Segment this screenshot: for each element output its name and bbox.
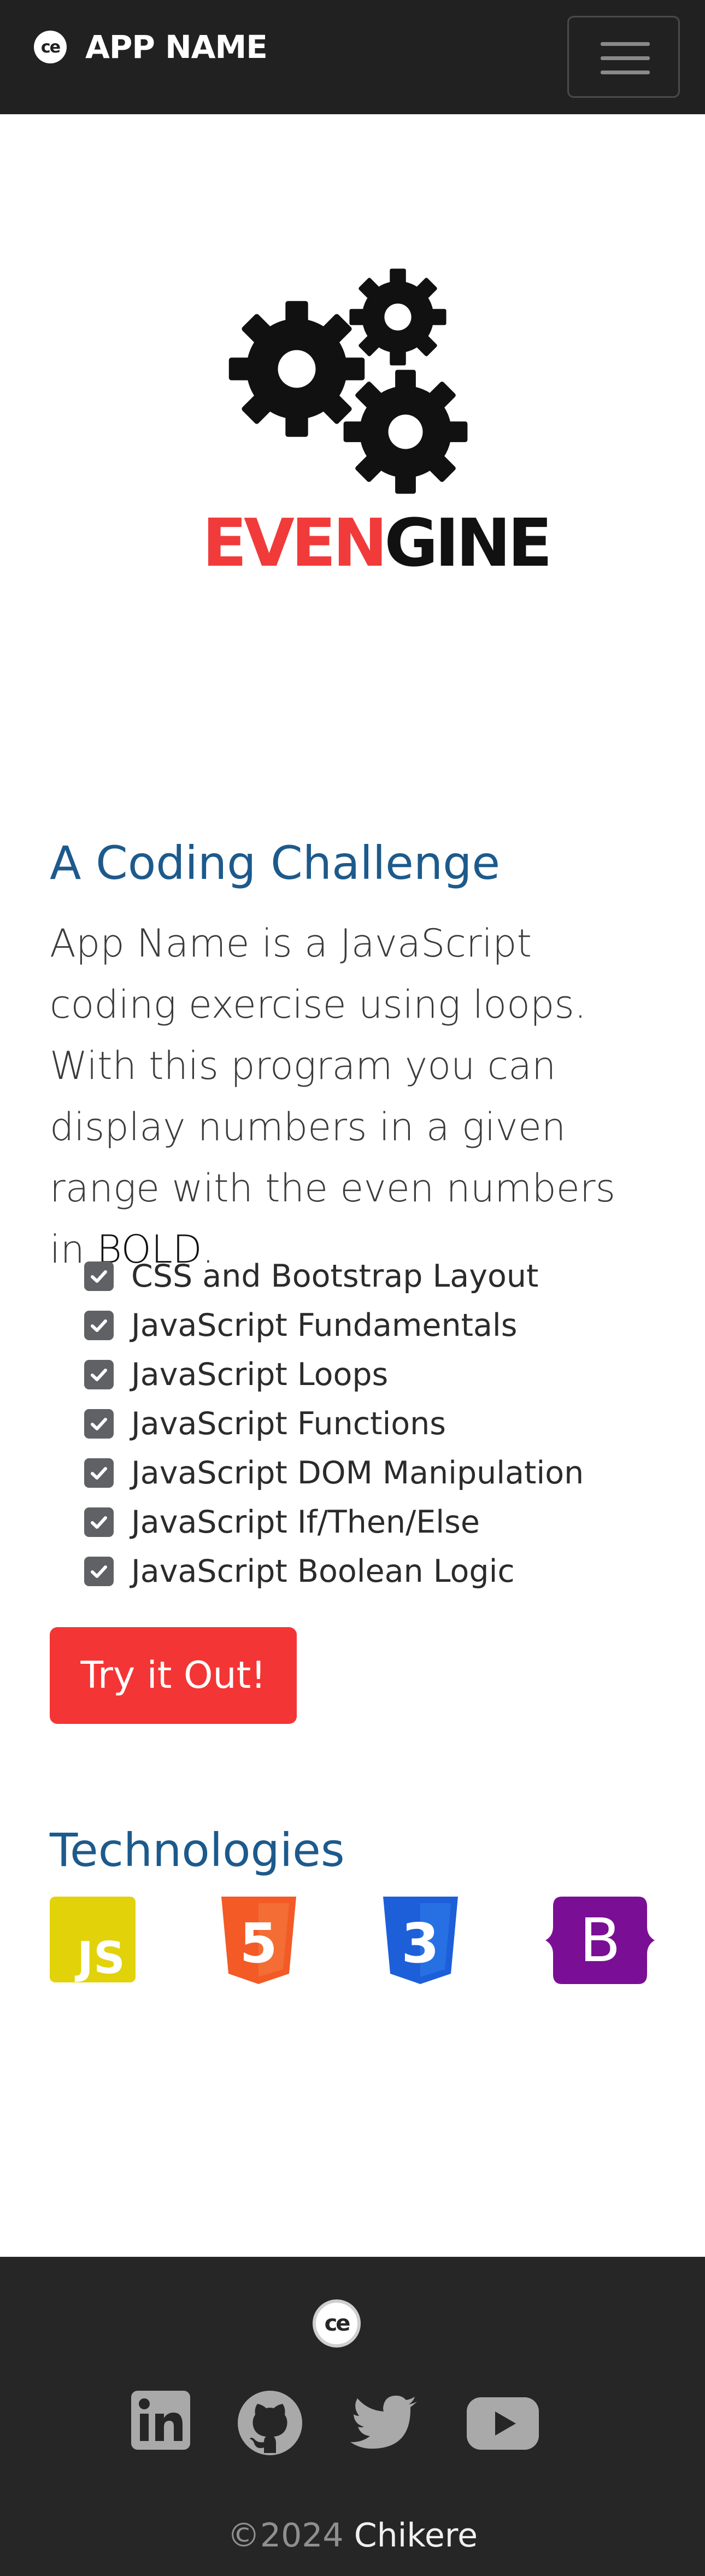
bootstrap-label: B <box>579 1905 620 1975</box>
description-text: App Name is a JavaScript coding exercise… <box>50 921 616 1272</box>
hamburger-line <box>601 71 650 74</box>
check-icon <box>84 1507 114 1537</box>
skills-checklist: CSS and Bootstrap Layout JavaScript Fund… <box>84 1252 584 1596</box>
list-item: JavaScript Loops <box>84 1350 584 1399</box>
gears-icon <box>228 268 468 494</box>
list-item-label: JavaScript If/Then/Else <box>131 1504 480 1540</box>
list-item-label: JavaScript Boolean Logic <box>131 1553 515 1589</box>
linkedin-icon[interactable] <box>131 2391 190 2452</box>
check-icon <box>84 1557 114 1586</box>
javascript-icon: JS <box>50 1897 136 1985</box>
evengine-wordmark: EVENGINE <box>202 511 553 577</box>
check-icon <box>84 1458 114 1488</box>
technologies-heading: Technologies <box>50 1823 345 1877</box>
list-item-label: JavaScript Loops <box>131 1357 389 1393</box>
github-icon[interactable] <box>238 2391 302 2458</box>
menu-toggle-button[interactable] <box>567 16 680 98</box>
navbar: ce APP NAME <box>0 0 705 114</box>
html5-label: 5 <box>239 1911 278 1975</box>
twitter-icon[interactable] <box>350 2391 417 2452</box>
list-item-label: JavaScript Functions <box>131 1406 446 1442</box>
copyright-year: ©2024 <box>227 2516 344 2555</box>
list-item: JavaScript DOM Manipulation <box>84 1448 584 1498</box>
wordmark-gine: GINE <box>384 506 553 582</box>
challenge-description: App Name is a JavaScript coding exercise… <box>50 913 662 1280</box>
youtube-icon[interactable] <box>467 2391 539 2452</box>
list-item: JavaScript Boolean Logic <box>84 1547 584 1596</box>
challenge-heading: A Coding Challenge <box>50 836 501 890</box>
technologies-row: JS 5 3 B <box>0 1897 705 1985</box>
list-item: JavaScript Functions <box>84 1399 584 1448</box>
try-it-out-button[interactable]: Try it Out! <box>50 1627 297 1724</box>
wordmark-even: EVEN <box>202 506 387 582</box>
list-item: JavaScript If/Then/Else <box>84 1498 584 1547</box>
brand-link[interactable]: ce APP NAME <box>34 28 268 66</box>
list-item-label: CSS and Bootstrap Layout <box>131 1258 539 1294</box>
list-item: CSS and Bootstrap Layout <box>84 1252 584 1301</box>
check-icon <box>84 1360 114 1389</box>
css3-label: 3 <box>401 1911 439 1975</box>
list-item: JavaScript Fundamentals <box>84 1301 584 1350</box>
footer: ce ©2024 Chikere <box>0 2257 705 2576</box>
brand-logo-icon: ce <box>34 31 67 63</box>
check-icon <box>84 1409 114 1439</box>
check-icon <box>84 1311 114 1340</box>
hamburger-line <box>601 56 650 60</box>
html5-icon: 5 <box>221 1897 296 1987</box>
brand-name: APP NAME <box>85 28 268 66</box>
copyright: ©2024 Chikere <box>0 2516 705 2555</box>
bootstrap-icon: B <box>545 1897 655 1987</box>
evengine-logo: EVENGINE <box>202 262 553 579</box>
javascript-label: JS <box>74 1933 125 1982</box>
copyright-owner-link[interactable]: Chikere <box>354 2516 478 2555</box>
list-item-label: JavaScript DOM Manipulation <box>131 1455 584 1491</box>
list-item-label: JavaScript Fundamentals <box>131 1307 518 1343</box>
footer-logo-icon: ce <box>313 2299 361 2348</box>
css3-icon: 3 <box>383 1897 458 1987</box>
check-icon <box>84 1261 114 1291</box>
hamburger-line <box>601 42 650 46</box>
